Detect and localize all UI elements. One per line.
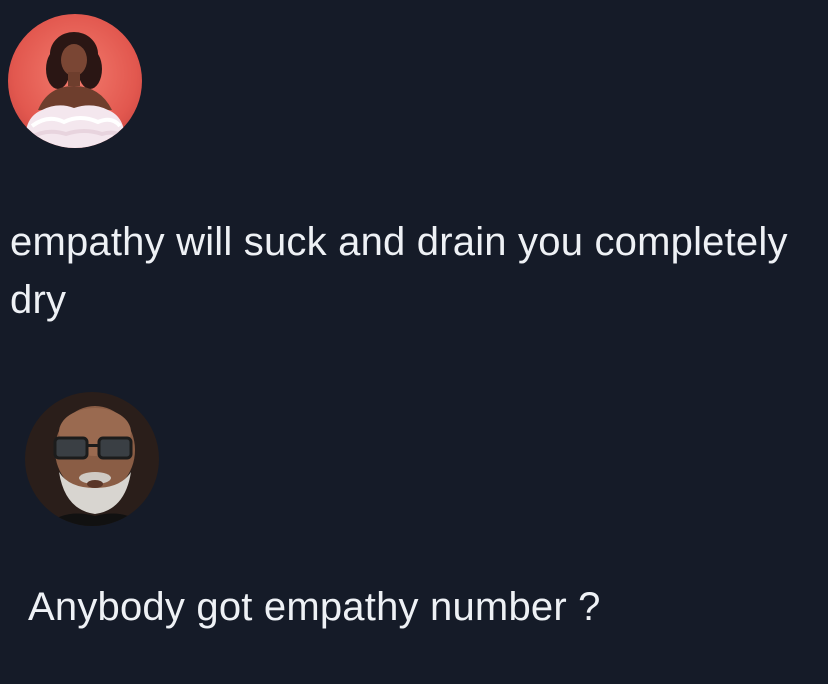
profile-photo-man-icon xyxy=(25,392,159,526)
profile-photo-woman-icon xyxy=(8,14,142,148)
tweet-text: Anybody got empathy number ? xyxy=(28,585,601,629)
avatar[interactable] xyxy=(8,14,142,148)
tweet-text: empathy will suck and drain you complete… xyxy=(10,220,799,322)
avatar[interactable] xyxy=(25,392,159,526)
